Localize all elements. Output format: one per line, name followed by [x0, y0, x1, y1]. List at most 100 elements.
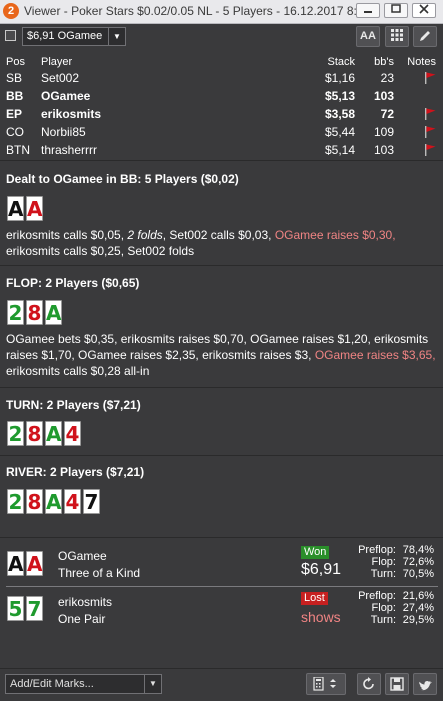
- minimize-button[interactable]: [356, 3, 380, 18]
- card: 5: [7, 596, 24, 621]
- twitter-icon: [419, 681, 432, 691]
- card: A: [7, 196, 24, 221]
- river-title: RIVER: 2 Players ($7,21): [6, 465, 145, 479]
- player-bb: 103: [373, 143, 394, 157]
- preflop-action-text: erikosmits calls $0,25, Set002 folds: [6, 244, 195, 258]
- equity-value: 29,5%: [402, 614, 434, 626]
- window-title: Viewer - Poker Stars $0.02/0.05 NL - 5 P…: [24, 4, 371, 18]
- close-icon: [419, 4, 429, 14]
- notes-cell[interactable]: [424, 105, 436, 123]
- preflop-actions: erikosmits calls $0,05, 2 folds, Set002 …: [6, 227, 436, 259]
- turn-section: TURN: 2 Players ($7,21): [6, 398, 438, 412]
- player-name: erikosmits: [41, 107, 102, 121]
- flop-title: FLOP: 2 Players ($0,65): [6, 276, 140, 290]
- refresh-icon: [363, 677, 374, 690]
- loser-equity: Preflop: 21,6% Flop: 27,4% Turn: 29,5%: [336, 590, 434, 626]
- player-stack: $5,13: [324, 89, 355, 103]
- equity-label: Flop:: [371, 556, 396, 568]
- equity-value: 78,4%: [402, 544, 434, 556]
- players-table: Pos Player Stack bb's Notes SB Set002 $1,1…: [6, 55, 438, 159]
- maximize-button[interactable]: [384, 3, 408, 18]
- card: 7: [26, 596, 43, 621]
- player-stack: $1,16: [324, 71, 355, 85]
- notes-cell[interactable]: [424, 69, 436, 87]
- refresh-button[interactable]: [357, 673, 381, 695]
- divider: [0, 537, 443, 538]
- preflop-section: Dealt to OGamee in BB: 5 Players ($0,02): [6, 172, 438, 186]
- player-bb: 103: [373, 89, 394, 103]
- save-button[interactable]: [385, 673, 409, 695]
- header-bb[interactable]: bb's: [374, 55, 394, 69]
- account-dropdown-value: $6,91 OGamee: [27, 30, 103, 42]
- header-pos[interactable]: Pos: [6, 55, 25, 69]
- flag-icon: [425, 126, 436, 138]
- maximize-icon: [391, 4, 401, 13]
- divider: [6, 586, 438, 587]
- chevron-down-icon: ▼: [144, 675, 161, 693]
- preflop-action-highlight: OGamee raises $0,30,: [274, 228, 396, 242]
- player-row[interactable]: BB OGamee $5,13 103: [6, 87, 438, 105]
- card: A: [45, 489, 62, 514]
- edit-button[interactable]: [413, 26, 437, 47]
- select-checkbox[interactable]: [5, 30, 16, 41]
- equity-label: Flop:: [371, 602, 396, 614]
- card: 2: [7, 300, 24, 325]
- player-name: OGamee: [41, 89, 91, 103]
- flag-icon: [425, 72, 436, 84]
- calculator-button[interactable]: [306, 673, 346, 695]
- player-stack: $5,14: [324, 143, 355, 157]
- players-table-header: Pos Player Stack bb's Notes: [6, 55, 438, 69]
- preflop-action-folds: 2 folds: [127, 228, 163, 242]
- header-notes[interactable]: Notes: [407, 55, 436, 69]
- divider: [0, 160, 443, 161]
- card: 4: [64, 421, 81, 446]
- grid-button[interactable]: [385, 26, 409, 47]
- player-row[interactable]: CO Norbii85 $5,44 109: [6, 123, 438, 141]
- marks-dropdown-label: Add/Edit Marks...: [10, 678, 94, 690]
- flag-icon: [425, 144, 436, 156]
- player-bb: 109: [373, 125, 394, 139]
- notes-cell[interactable]: [424, 123, 436, 141]
- player-row[interactable]: SB Set002 $1,16 23: [6, 69, 438, 87]
- flop-actions: OGamee bets $0,35, erikosmits raises $0,…: [6, 331, 438, 379]
- font-size-button[interactable]: AA: [356, 26, 380, 47]
- card: 2: [7, 489, 24, 514]
- loser-hand: One Pair: [58, 612, 106, 626]
- equity-value: 21,6%: [402, 590, 434, 602]
- toolbar: $6,91 OGamee ▼ AA: [0, 24, 443, 48]
- equity-label: Turn:: [370, 568, 396, 580]
- twitter-button[interactable]: [413, 673, 437, 695]
- card: 8: [26, 421, 43, 446]
- chevron-down-icon: ▼: [108, 28, 125, 45]
- close-button[interactable]: [412, 3, 436, 18]
- account-dropdown[interactable]: $6,91 OGamee ▼: [22, 27, 126, 46]
- flag-icon: [425, 108, 436, 120]
- player-pos: SB: [6, 71, 23, 85]
- divider: [0, 387, 443, 388]
- winner-name: OGamee: [58, 549, 107, 563]
- player-name: Norbii85: [41, 125, 86, 139]
- player-name: thrasherrrr: [41, 143, 98, 157]
- save-icon: [390, 677, 404, 691]
- minimize-icon: [364, 11, 372, 13]
- card: 7: [83, 489, 100, 514]
- player-stack: $5,44: [324, 125, 355, 139]
- turn-title: TURN: 2 Players ($7,21): [6, 398, 141, 412]
- equity-label: Turn:: [370, 614, 396, 626]
- card: A: [26, 196, 43, 221]
- player-stack: $3,58: [324, 107, 355, 121]
- flop-section: FLOP: 2 Players ($0,65): [6, 276, 438, 290]
- river-section: RIVER: 2 Players ($7,21): [6, 465, 438, 479]
- preflop-action-text: erikosmits calls $0,05,: [6, 228, 128, 242]
- player-row[interactable]: EP erikosmits $3,58 72: [6, 105, 438, 123]
- notes-cell[interactable]: [424, 141, 436, 159]
- card: 8: [26, 300, 43, 325]
- divider: [0, 455, 443, 456]
- marks-dropdown[interactable]: Add/Edit Marks... ▼: [5, 674, 162, 694]
- player-row[interactable]: BTN thrasherrrr $5,14 103: [6, 141, 438, 159]
- card: A: [45, 421, 62, 446]
- header-player[interactable]: Player: [41, 55, 72, 69]
- equity-label: Preflop:: [358, 544, 396, 556]
- bottom-bar: Add/Edit Marks... ▼: [0, 668, 443, 701]
- header-stack[interactable]: Stack: [327, 55, 355, 69]
